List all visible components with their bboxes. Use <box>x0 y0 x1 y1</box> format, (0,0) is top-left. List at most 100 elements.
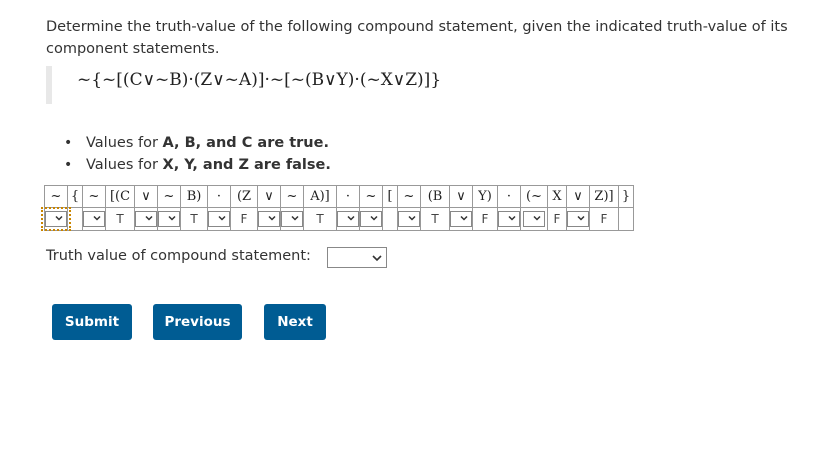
table-given-cell: T <box>303 207 337 231</box>
table-symbol-cell: [ <box>382 185 398 208</box>
table-symbol-cell: ~ <box>280 185 304 208</box>
chevron-down-icon <box>291 215 299 221</box>
question-text: Determine the truth-value of the followi… <box>46 19 788 57</box>
bullet-icon: • <box>64 157 73 173</box>
table-symbol-cell: Y) <box>472 185 498 208</box>
given-truth-value: T <box>431 211 439 226</box>
table-given-cell: T <box>180 207 208 231</box>
given-truth-value: T <box>116 211 124 226</box>
table-select-cell <box>157 207 181 231</box>
table-symbol-cell: ∨ <box>566 185 590 208</box>
next-button[interactable]: Next <box>264 304 326 340</box>
given-values-list: • Values for A, B, and C are true. • Val… <box>60 132 331 176</box>
chevron-down-icon <box>55 215 63 221</box>
truth-select-dropdown[interactable] <box>523 211 545 227</box>
table-given-cell: F <box>589 207 619 231</box>
table-select-cell <box>207 207 231 231</box>
table-symbol-cell: ∨ <box>257 185 281 208</box>
table-symbol-cell: Z)] <box>589 185 619 208</box>
table-blank-cell <box>67 207 83 231</box>
truth-select-dropdown[interactable] <box>398 211 420 227</box>
table-symbol-cell: (Z <box>230 185 258 208</box>
table-select-cell <box>397 207 421 231</box>
truth-select-dropdown[interactable] <box>208 211 230 227</box>
truth-select-dropdown[interactable] <box>158 211 180 227</box>
previous-button[interactable]: Previous <box>153 304 242 340</box>
chevron-down-icon <box>508 215 516 221</box>
table-select-cell <box>41 207 71 231</box>
table-symbol-cell: (B <box>420 185 450 208</box>
given-true-values: • Values for A, B, and C are true. <box>60 132 331 154</box>
chevron-down-icon <box>577 215 585 221</box>
given-truth-value: F <box>600 211 608 226</box>
symbol-row: ~{~ [(C ∨ ~ B) · (Z ∨ ~ A)] · ~[~ (B ∨ Y) · (~ X ∨ Z)]} <box>44 185 634 208</box>
table-select-cell <box>449 207 473 231</box>
truth-table: ~{~ [(C ∨ ~ B) · (Z ∨ ~ A)] · ~[~ (B ∨ Y) · (~ X ∨ Z)]} TTF… <box>41 185 634 231</box>
truth-value-select[interactable] <box>327 247 387 268</box>
formula-quote-bar <box>46 66 52 104</box>
truth-select-dropdown[interactable] <box>83 211 105 227</box>
table-symbol-cell: { <box>67 185 83 208</box>
given-truth-value: F <box>553 211 561 226</box>
table-symbol-cell: ~ <box>397 185 421 208</box>
table-select-cell <box>336 207 360 231</box>
table-given-cell: F <box>547 207 567 231</box>
truth-select-dropdown[interactable] <box>258 211 280 227</box>
truth-select-dropdown[interactable] <box>360 211 382 227</box>
table-symbol-cell: X <box>547 185 567 208</box>
truth-select-dropdown[interactable] <box>567 211 589 227</box>
truth-select-dropdown[interactable] <box>135 211 157 227</box>
chevron-down-icon <box>347 215 355 221</box>
chevron-down-icon <box>218 215 226 221</box>
chevron-down-icon <box>533 215 541 221</box>
table-symbol-cell: ∨ <box>449 185 473 208</box>
table-symbol-cell: A)] <box>303 185 337 208</box>
compound-formula: ~{~[(C∨~B)·(Z∨~A)]·~[~(B∨Y)·(~X∨Z)]} <box>77 70 442 90</box>
table-symbol-cell: · <box>207 185 231 208</box>
input-row: TTFTTFFF <box>41 207 634 231</box>
table-symbol-cell: ~ <box>82 185 106 208</box>
table-symbol-cell: · <box>497 185 521 208</box>
table-symbol-cell: } <box>618 185 634 208</box>
table-select-cell <box>82 207 106 231</box>
table-given-cell: F <box>472 207 498 231</box>
table-select-cell <box>280 207 304 231</box>
table-select-cell <box>497 207 521 231</box>
chevron-down-icon <box>372 255 382 262</box>
table-symbol-cell: B) <box>180 185 208 208</box>
chevron-down-icon <box>145 215 153 221</box>
submit-button[interactable]: Submit <box>52 304 132 340</box>
table-select-cell <box>566 207 590 231</box>
table-symbol-cell: ∨ <box>134 185 158 208</box>
table-symbol-cell: ~ <box>359 185 383 208</box>
table-symbol-cell: ~ <box>44 185 68 208</box>
truth-value-label: Truth value of compound statement: <box>46 248 311 264</box>
truth-select-dropdown[interactable] <box>498 211 520 227</box>
chevron-down-icon <box>408 215 416 221</box>
truth-select-dropdown[interactable] <box>281 211 303 227</box>
table-select-cell <box>257 207 281 231</box>
given-false-values: • Values for X, Y, and Z are false. <box>60 154 331 176</box>
bullet-icon: • <box>64 135 73 151</box>
chevron-down-icon <box>268 215 276 221</box>
chevron-down-icon <box>370 215 378 221</box>
table-symbol-cell: (~ <box>520 185 548 208</box>
given-truth-value: T <box>316 211 324 226</box>
chevron-down-icon <box>93 215 101 221</box>
table-symbol-cell: · <box>336 185 360 208</box>
chevron-down-icon <box>168 215 176 221</box>
table-symbol-cell: ~ <box>157 185 181 208</box>
table-given-cell: T <box>420 207 450 231</box>
truth-select-dropdown[interactable] <box>450 211 472 227</box>
truth-select-dropdown[interactable] <box>41 207 71 231</box>
given-truth-value: T <box>190 211 198 226</box>
table-given-cell: T <box>105 207 135 231</box>
truth-select-dropdown[interactable] <box>337 211 359 227</box>
chevron-down-icon <box>460 215 468 221</box>
given-truth-value: F <box>240 211 248 226</box>
table-blank-cell <box>382 207 398 231</box>
table-blank-cell <box>618 207 634 231</box>
table-select-cell <box>520 207 548 231</box>
table-given-cell: F <box>230 207 258 231</box>
given-truth-value: F <box>481 211 489 226</box>
